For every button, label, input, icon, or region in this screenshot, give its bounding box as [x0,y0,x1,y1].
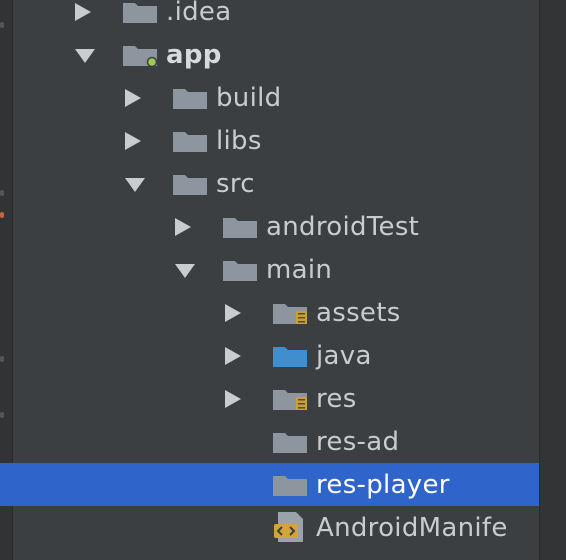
chevron-right-icon[interactable] [75,2,91,21]
tree-row-idea[interactable]: .idea [0,0,540,33]
tree-item-label: build [216,82,282,113]
chevron-right-icon[interactable] [125,131,141,150]
tree-item-label: res [316,383,357,414]
tree-item-label: main [266,254,333,285]
chevron-right-icon[interactable] [225,389,241,408]
tree-row-main[interactable]: main [0,248,540,291]
tree-row-libs[interactable]: libs [0,119,540,162]
tree-row-androidtest[interactable]: androidTest [0,205,540,248]
folder-icon [172,129,208,153]
chevron-right-icon[interactable] [175,217,191,236]
folder-icon [272,473,308,497]
tree-row-androidmanife[interactable]: AndroidManife [0,506,540,549]
chevron-down-icon[interactable] [75,48,95,63]
folder-icon [222,215,258,239]
folder-icon [172,86,208,110]
chevron-down-icon[interactable] [125,177,145,192]
vertical-scrollbar[interactable] [539,0,566,560]
tree-item-label: .idea [166,0,232,27]
source-folder-icon [272,344,308,368]
tree-row-assets[interactable]: assets [0,291,540,334]
manifest-file-icon [272,511,308,542]
chevron-right-icon[interactable] [225,346,241,365]
chevron-right-icon[interactable] [225,303,241,322]
folder-icon [272,430,308,454]
tree-item-label: res-ad [316,426,400,457]
folder-icon [222,258,258,282]
tree-item-label: app [166,39,222,70]
tree-row-res-ad[interactable]: res-ad [0,420,540,463]
module-folder-icon [122,43,158,67]
chevron-down-icon[interactable] [175,263,195,278]
tree-item-label: res-player [316,469,450,500]
tree-row-build[interactable]: build [0,76,540,119]
tree-row-res[interactable]: res [0,377,540,420]
tree-row-java[interactable]: java [0,334,540,377]
tree-item-label: androidTest [266,211,420,242]
tree-row-res-player[interactable]: res-player [0,463,540,506]
tree-row-app[interactable]: app [0,33,540,76]
folder-icon [172,172,208,196]
resource-folder-icon [272,301,308,325]
resource-folder-icon [272,387,308,411]
tree-row-src[interactable]: src [0,162,540,205]
tree-item-label: src [216,168,255,199]
tree-item-label: libs [216,125,262,156]
folder-icon [122,0,158,24]
tree-item-label: assets [316,297,401,328]
chevron-right-icon[interactable] [125,88,141,107]
tree-item-label: AndroidManife [316,512,508,543]
project-tree[interactable]: .idea app build libs src androidTest main asset… [0,0,540,560]
tree-item-label: java [316,340,372,371]
project-tool-window: .idea app build libs src androidTest main asset… [0,0,566,560]
